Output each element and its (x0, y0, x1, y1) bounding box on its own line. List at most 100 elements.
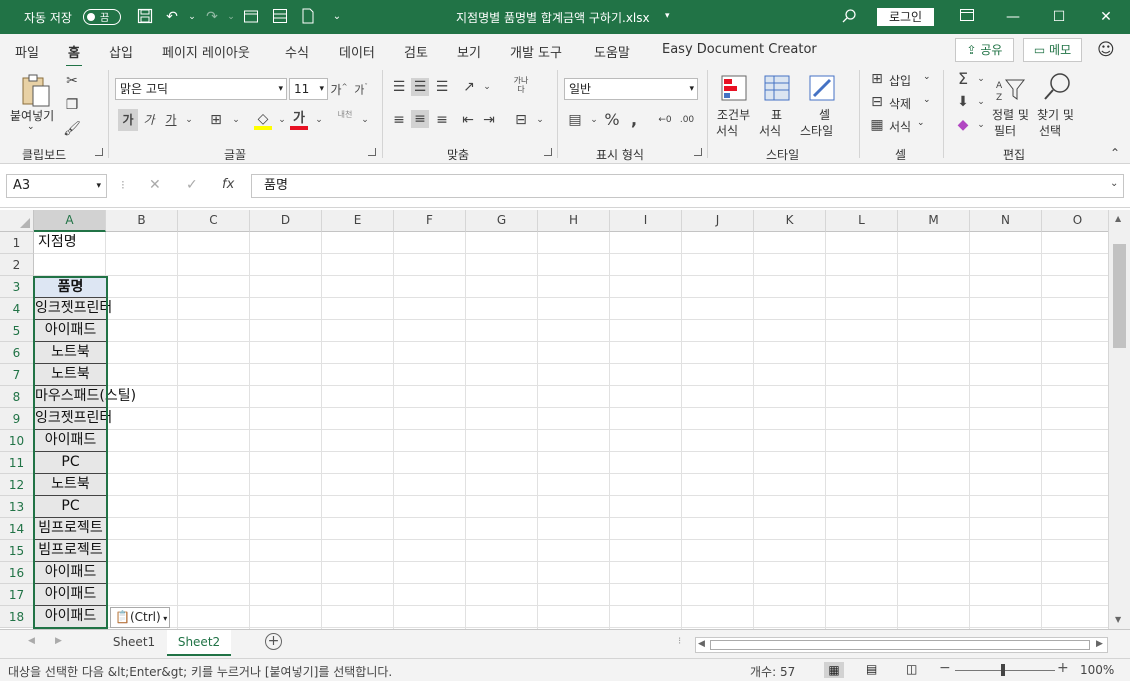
maximize-icon[interactable]: ☐ (1036, 5, 1082, 29)
percent-icon[interactable]: % (603, 111, 621, 129)
tab-view[interactable]: 보기 (457, 42, 481, 61)
cancel-formula-icon[interactable]: ✕ (149, 177, 161, 193)
font-launcher-icon[interactable] (368, 148, 376, 156)
cell-a11[interactable]: PC (34, 452, 107, 474)
row-header[interactable]: 7 (0, 364, 34, 386)
row-header[interactable]: 15 (0, 540, 34, 562)
autosave-toggle[interactable]: 끔 (83, 9, 121, 25)
row-header[interactable]: 8 (0, 386, 34, 408)
expand-formula-icon[interactable]: ⌄ (1110, 178, 1118, 189)
page-break-view-icon[interactable]: ◫ (906, 662, 917, 676)
sheet-scroll-left-icon[interactable]: ◀ (28, 636, 35, 646)
horizontal-scrollbar[interactable]: ◀ ▶ (695, 637, 1108, 653)
column-header-c[interactable]: C (178, 210, 250, 232)
sort-filter-label-2[interactable]: 필터 (994, 122, 1016, 139)
tab-file[interactable]: 파일 (15, 42, 39, 61)
underline-button[interactable]: 가 (162, 111, 180, 129)
tab-easy-document-creator[interactable]: Easy Document Creator (662, 42, 817, 57)
column-header-f[interactable]: F (394, 210, 466, 232)
cell-a9[interactable]: 잉크젯프린터 (34, 408, 112, 430)
cut-icon[interactable]: ✂ (63, 72, 81, 90)
bold-button[interactable]: 가 (118, 109, 138, 131)
cell-a15[interactable]: 빔프로젝트 (34, 540, 107, 562)
format-cells-label[interactable]: 서식 (889, 118, 911, 135)
new-sheet-icon[interactable] (242, 8, 260, 26)
align-center-icon[interactable]: ≡ (411, 110, 429, 128)
tab-developer[interactable]: 개발 도구 (510, 42, 562, 61)
cell-a17[interactable]: 아이패드 (34, 584, 107, 606)
column-header-h[interactable]: H (538, 210, 610, 232)
align-right-icon[interactable]: ≡ (433, 111, 451, 129)
row-header[interactable]: 12 (0, 474, 34, 496)
insert-dropdown-icon[interactable]: ⌄ (923, 72, 931, 82)
undo-icon[interactable]: ↶ (163, 8, 181, 26)
document-icon[interactable] (299, 8, 317, 26)
column-header-j[interactable]: J (682, 210, 754, 232)
row-header[interactable]: 18 (0, 606, 34, 628)
add-sheet-icon[interactable]: + (265, 633, 282, 650)
redo-dropdown-icon[interactable]: ⌄ (222, 8, 240, 26)
merge-dropdown-icon[interactable]: ⌄ (531, 111, 549, 129)
delete-cells-icon[interactable]: ⊟ (868, 93, 886, 111)
title-dropdown-icon[interactable]: ▾ (665, 11, 670, 21)
paste-icon[interactable] (20, 72, 52, 111)
row-header[interactable]: 14 (0, 518, 34, 540)
save-icon[interactable] (136, 8, 154, 26)
tab-insert[interactable]: 삽입 (109, 42, 133, 61)
search-icon[interactable] (840, 8, 858, 26)
conditional-format-label[interactable]: 조건부 (717, 106, 750, 123)
column-header-a[interactable]: A (34, 210, 106, 232)
align-middle-icon[interactable]: ☰ (411, 78, 429, 96)
fill-dropdown-icon[interactable]: ⌄ (972, 93, 990, 111)
format-as-table-label[interactable]: 표 (771, 106, 782, 123)
orientation-dropdown-icon[interactable]: ⌄ (478, 78, 496, 96)
clear-dropdown-icon[interactable]: ⌄ (972, 116, 990, 134)
row-header[interactable]: 10 (0, 430, 34, 452)
ribbon-display-icon[interactable] (944, 5, 990, 29)
cell-a18[interactable]: 아이패드 (34, 606, 107, 628)
scroll-left-icon[interactable]: ◀ (698, 639, 705, 649)
sort-filter-icon[interactable]: AZ (996, 74, 1026, 105)
row-header[interactable]: 2 (0, 254, 34, 276)
decrease-font-icon[interactable]: 가ˇ (352, 78, 370, 97)
align-left-icon[interactable]: ≡ (390, 111, 408, 129)
insert-cells-icon[interactable]: ⊞ (868, 70, 886, 88)
row-header[interactable]: 5 (0, 320, 34, 342)
page-layout-view-icon[interactable]: ▤ (866, 662, 877, 676)
scroll-right-icon[interactable]: ▶ (1096, 639, 1103, 649)
orientation-icon[interactable]: ↗ (460, 78, 478, 96)
accounting-format-icon[interactable]: ▤ (566, 111, 584, 129)
cell-a3-header[interactable]: 품명 (34, 276, 107, 298)
row-header[interactable]: 9 (0, 408, 34, 430)
cell-styles-icon[interactable] (808, 74, 836, 105)
format-dropdown-icon[interactable]: ⌄ (917, 118, 925, 128)
delete-cells-label[interactable]: 삭제 (889, 95, 911, 112)
conditional-format-icon[interactable] (720, 74, 748, 105)
italic-button[interactable]: 가 (140, 111, 158, 129)
alignment-launcher-icon[interactable] (544, 148, 552, 156)
login-button[interactable]: 로그인 (877, 8, 934, 26)
sort-filter-label[interactable]: 정렬 및 (992, 106, 1029, 123)
zoom-in-icon[interactable]: + (1057, 660, 1069, 676)
cell-a12[interactable]: 노트북 (34, 474, 107, 496)
collapse-ribbon-icon[interactable]: ⌃ (1110, 146, 1120, 160)
align-top-icon[interactable]: ☰ (390, 78, 408, 96)
find-select-label-2[interactable]: 선택 (1039, 122, 1061, 139)
column-header-l[interactable]: L (826, 210, 898, 232)
paste-dropdown-icon[interactable]: ⌄ (27, 122, 35, 132)
column-header-d[interactable]: D (250, 210, 322, 232)
worksheet-grid[interactable]: ABCDEFGHIJKLMNO 1 2 3 4 5 6 7 8 9 10 11 12 13 14 15 16 1… (0, 210, 1130, 629)
fill-dropdown-icon[interactable]: ⌄ (273, 111, 291, 129)
phonetic-guide-icon[interactable]: 내천 (333, 110, 357, 128)
cell-a6[interactable]: 노트북 (34, 342, 107, 364)
cell-a4[interactable]: 잉크젯프린터 (34, 298, 112, 320)
column-header-k[interactable]: K (754, 210, 826, 232)
customize-qat-icon[interactable]: ⌄ (328, 8, 346, 26)
cell-a5[interactable]: 아이패드 (34, 320, 107, 342)
cell-a7[interactable]: 노트북 (34, 364, 107, 386)
hscroll-thumb[interactable] (710, 640, 1090, 650)
scroll-thumb[interactable] (1113, 244, 1126, 348)
phonetic-dropdown-icon[interactable]: ⌄ (356, 111, 374, 129)
font-color-dropdown-icon[interactable]: ⌄ (310, 111, 328, 129)
autosum-icon[interactable]: Σ (954, 70, 972, 88)
